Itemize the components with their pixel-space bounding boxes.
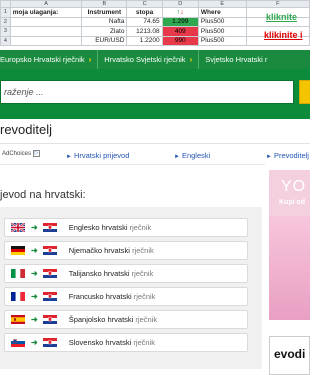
croatian-flag-icon	[42, 246, 57, 255]
sheet-stopa: 1.2200	[126, 35, 163, 46]
german-flag-icon	[11, 246, 25, 255]
sheet-stopa: 74.65	[126, 16, 163, 27]
sheet-stopa: 1213.08	[126, 26, 163, 37]
sheet-instrument: Zlato	[81, 26, 128, 37]
arrow-right-icon: ➜	[31, 292, 38, 301]
column-letter: F	[245, 0, 310, 8]
spreadsheet-ad-banner[interactable]: A B C D E F 1 moja ulaganja: Instrument …	[0, 0, 310, 50]
triangle-right-icon: ►	[66, 154, 72, 160]
dictionary-suffix: rječnik	[132, 246, 154, 255]
sheet-where: Plus500	[197, 16, 247, 27]
divider	[0, 143, 310, 144]
sheet-value: 409	[161, 26, 199, 37]
croatian-flag-icon	[42, 338, 57, 347]
search-input[interactable]: raženje ...	[0, 80, 294, 104]
row-number: 4	[0, 35, 11, 46]
nav-item-label: Europsko Hrvatski rječnik	[0, 55, 85, 64]
side-bottom-ad[interactable]: evodi	[269, 336, 310, 375]
arrow-right-icon: ➜	[31, 315, 38, 324]
row-number: 3	[0, 26, 11, 37]
arrow-right-icon: ➜	[31, 246, 38, 255]
dictionary-name: Španjolsko hrvatski	[68, 315, 134, 324]
triangle-right-icon: ►	[266, 154, 272, 160]
sheet-value: 1.299	[161, 16, 199, 27]
sheet-where: Plus500	[197, 26, 247, 37]
search-button[interactable]	[299, 80, 310, 104]
sheet-where: Plus500	[197, 35, 247, 46]
ad-subtext: Kupi od	[279, 199, 306, 206]
dictionary-list: ➜ Englesko hrvatski rječnik ➜ Njemačko h…	[0, 207, 262, 369]
dictionary-row-spanish[interactable]: ➜ Španjolsko hrvatski rječnik	[4, 310, 248, 329]
dictionary-suffix: rječnik	[135, 315, 158, 324]
column-letter: C	[126, 0, 163, 8]
column-letter: E	[197, 0, 247, 8]
dictionary-name: Englesko hrvatski	[68, 223, 128, 232]
triangle-right-icon: ►	[174, 154, 180, 160]
ad-link-prevoditelj[interactable]: ► Prevoditelj	[266, 151, 309, 160]
sheet-value: 990	[161, 35, 199, 46]
column-letter: D	[161, 0, 199, 8]
dictionary-suffix: rječnik	[129, 223, 152, 232]
page-title: revoditelj	[0, 122, 53, 137]
ad-link-klikinite[interactable]: klikinite i	[264, 30, 303, 40]
dictionary-row-slovenian[interactable]: ➜ Slovensko hrvatski rječnik	[4, 333, 248, 352]
ad-headline: YO	[281, 178, 307, 195]
sheet-header-where: Where	[197, 7, 247, 18]
nav-item-europsko-hrvatski[interactable]: Europsko Hrvatski rječnik ›	[0, 50, 99, 69]
arrow-right-icon: ➜	[31, 223, 38, 232]
ad-link-hrvatski-prijevod[interactable]: ► Hrvatski prijevod	[66, 151, 129, 160]
spanish-flag-icon	[11, 315, 25, 324]
adchoices-badge[interactable]: AdChoices ▷	[2, 150, 41, 157]
uk-flag-icon	[11, 223, 25, 232]
sheet-cell-label: moja ulaganja:	[9, 7, 83, 18]
row-number: 2	[0, 16, 11, 27]
dictionary-suffix: rječnik	[133, 338, 156, 347]
side-banner-ad[interactable]: YO Kupi od	[269, 170, 310, 320]
column-letter: B	[81, 0, 128, 8]
section-heading: jevod na hrvatski:	[0, 189, 86, 201]
italian-flag-icon	[11, 269, 25, 278]
nav-item-label: Svjetsko Hrvatski r	[205, 55, 268, 64]
adchoices-icon: ▷	[33, 150, 41, 157]
french-flag-icon	[11, 292, 25, 301]
row-number: 1	[0, 7, 11, 18]
dictionary-name: Talijansko hrvatski	[68, 269, 130, 278]
ad-bottom-text: evodi	[274, 347, 306, 361]
arrow-right-icon: ➜	[31, 269, 38, 278]
chevron-right-icon: ›	[189, 55, 193, 64]
nav-item-label: Hrvatsko Svjetski rječnik	[104, 55, 186, 64]
ad-link-kliknite[interactable]: kliknite	[266, 12, 297, 22]
arrow-right-icon: ➜	[31, 338, 38, 347]
croatian-flag-icon	[42, 315, 57, 324]
dictionary-row-german[interactable]: ➜ Njemačko hrvatski rječnik	[4, 241, 248, 260]
croatian-flag-icon	[42, 269, 57, 278]
sheet-instrument: Nafta	[81, 16, 128, 27]
chevron-right-icon: ›	[88, 55, 92, 64]
dictionary-name: Njemačko hrvatski	[68, 246, 130, 255]
divider	[0, 164, 265, 165]
dictionary-row-italian[interactable]: ➜ Talijansko hrvatski rječnik	[4, 264, 248, 283]
sheet-header-stopa: stopa	[126, 7, 163, 18]
slovenian-flag-icon	[11, 338, 25, 347]
dictionary-row-french[interactable]: ➜ Francusko hrvatski rječnik	[4, 287, 248, 306]
croatian-flag-icon	[42, 223, 57, 232]
croatian-flag-icon	[42, 292, 57, 301]
column-letter: A	[9, 0, 83, 8]
nav-item-svjetsko-hrvatski[interactable]: Svjetsko Hrvatski r	[199, 50, 273, 69]
dictionary-row-english[interactable]: ➜ Englesko hrvatski rječnik	[4, 218, 248, 237]
dictionary-suffix: rječnik	[131, 269, 154, 278]
ad-image	[269, 216, 310, 320]
top-nav: Europsko Hrvatski rječnik › Hrvatsko Svj…	[0, 50, 310, 69]
nav-item-hrvatsko-svjetski[interactable]: Hrvatsko Svjetski rječnik ›	[98, 50, 200, 69]
sheet-instrument: EUR/USD	[81, 35, 128, 46]
dictionary-name: Slovensko hrvatski	[68, 338, 132, 347]
sheet-header-instrument: Instrument	[81, 7, 128, 18]
dictionary-suffix: rječnik	[133, 292, 156, 301]
trend-arrows-icon: ↑↓	[161, 7, 199, 18]
ad-link-engleski[interactable]: ► Engleski	[174, 151, 210, 160]
dictionary-name: Francusko hrvatski	[68, 292, 132, 301]
